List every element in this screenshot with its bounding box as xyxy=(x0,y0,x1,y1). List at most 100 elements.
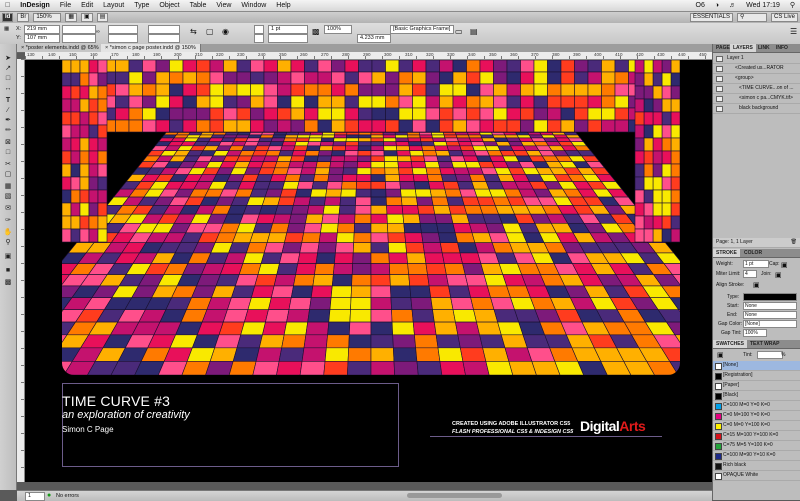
drop-shadow-icon[interactable]: ▩ xyxy=(312,27,320,36)
menu-window[interactable]: Window xyxy=(236,0,271,11)
menu-file[interactable]: File xyxy=(55,0,76,11)
gap-color-select[interactable]: [None] xyxy=(743,320,797,328)
menu-layout[interactable]: Layout xyxy=(98,0,129,11)
menu-help[interactable]: Help xyxy=(271,0,295,11)
end-select[interactable]: None xyxy=(743,311,797,319)
credit-line-1[interactable]: CREATED USING ADOBE ILLUSTRATOR CS5 xyxy=(452,421,570,427)
time-curve-artwork[interactable] xyxy=(62,60,680,375)
document-canvas[interactable]: TIME CURVE #3 an exploration of creativi… xyxy=(25,60,712,482)
swatch-row[interactable]: [Registration] xyxy=(713,371,800,381)
wifi-icon[interactable]: ◑ xyxy=(710,0,724,11)
free-transform-tool-icon[interactable]: ▢ xyxy=(3,170,13,179)
swatch-row[interactable]: Rich black xyxy=(713,461,800,471)
join-miter-icon[interactable]: ▣ xyxy=(775,271,782,279)
layer-row[interactable]: Layer 1 xyxy=(713,54,800,64)
panel-menu-icon[interactable]: ☰ xyxy=(790,27,797,36)
status-badge[interactable]: O6 xyxy=(691,0,710,11)
opacity-field[interactable]: 100% xyxy=(324,25,352,34)
zoom-tool-icon[interactable]: ⚲ xyxy=(3,238,13,247)
layer-row[interactable]: <group> xyxy=(713,74,800,84)
volume-icon[interactable]: ♬ xyxy=(724,0,741,11)
visibility-icon[interactable] xyxy=(716,66,723,72)
clock[interactable]: Wed 17:19 xyxy=(741,0,785,11)
swatch-row[interactable]: C=0 M=100 Y=0 K=0 xyxy=(713,411,800,421)
swatch-row[interactable]: C=15 M=100 Y=100 K=0 xyxy=(713,431,800,441)
credit-line-2[interactable]: FLASH PROFESSIONAL CS5 & INDESIGN CS5 xyxy=(452,429,573,435)
tab-info[interactable]: INFO xyxy=(773,44,791,52)
pen-tool-icon[interactable]: ✒ xyxy=(3,116,13,125)
fill-stroke-swap-icon[interactable]: ▣ xyxy=(717,351,724,359)
scale-x-field[interactable] xyxy=(108,25,138,34)
pencil-tool-icon[interactable]: ✏ xyxy=(3,126,13,135)
screen-mode-button[interactable]: ▣ xyxy=(81,13,93,22)
eyedropper-tool-icon[interactable]: ✑ xyxy=(3,216,13,225)
apple-icon[interactable]:  xyxy=(0,0,15,11)
swatch-row[interactable]: [None] xyxy=(713,361,800,371)
type-tool-icon[interactable]: T xyxy=(3,96,13,105)
note-tool-icon[interactable]: ✉ xyxy=(3,204,13,213)
width-field[interactable] xyxy=(62,25,96,34)
tab-layers[interactable]: LAYERS xyxy=(730,44,756,52)
rectangle-tool-icon[interactable]: □ xyxy=(3,148,13,157)
poster-title[interactable]: TIME CURVE #3 xyxy=(62,393,170,409)
visibility-icon[interactable] xyxy=(716,96,723,102)
start-select[interactable]: None xyxy=(743,302,797,310)
page-tool-icon[interactable]: □ xyxy=(3,74,13,83)
constrain-proportions-icon[interactable]: ∞ xyxy=(96,29,100,35)
flip-horizontal-icon[interactable]: ⇆ xyxy=(190,27,197,36)
visibility-icon[interactable] xyxy=(716,86,723,92)
tab-color[interactable]: COLOR xyxy=(741,249,765,257)
rectangle-frame-tool-icon[interactable]: ⊠ xyxy=(3,138,13,147)
view-options-button[interactable]: ▦ xyxy=(65,13,78,22)
visibility-icon[interactable] xyxy=(716,76,723,82)
cap-butt-icon[interactable]: ▣ xyxy=(781,261,788,269)
direct-selection-tool-icon[interactable]: ↗ xyxy=(3,64,13,73)
apply-color-icon[interactable]: ■ xyxy=(3,266,13,275)
swatch-row[interactable]: [Paper] xyxy=(713,381,800,391)
poster-subtitle[interactable]: an exploration of creativity xyxy=(62,409,190,421)
visibility-icon[interactable] xyxy=(716,56,723,62)
layer-row[interactable]: <Created us...RATOR xyxy=(713,64,800,74)
spotlight-icon[interactable]: ⚲ xyxy=(785,0,800,11)
menu-view[interactable]: View xyxy=(211,0,236,11)
gap-tint-input[interactable]: 100% xyxy=(743,329,767,337)
horizontal-scrollbar[interactable] xyxy=(407,493,502,498)
fill-swatch[interactable] xyxy=(254,25,264,34)
digital-arts-logo[interactable]: DigitalArts xyxy=(580,418,646,434)
swatch-row[interactable]: C=75 M=5 Y=100 K=0 xyxy=(713,441,800,451)
layer-row[interactable]: <TIME CURVE...on of ... xyxy=(713,84,800,94)
stroke-weight-input[interactable]: 1 pt xyxy=(743,260,769,268)
trash-icon[interactable]: 🗑 xyxy=(791,238,797,247)
poster-author[interactable]: Simon C Page xyxy=(62,425,114,434)
gradient-feather-tool-icon[interactable]: ▧ xyxy=(3,192,13,201)
search-field[interactable]: ⚲ xyxy=(736,13,767,22)
auto-fit-icon[interactable]: ▭ xyxy=(455,27,463,36)
bridge-button[interactable]: Br xyxy=(17,13,30,22)
tab-stroke[interactable]: STROKE xyxy=(713,249,740,257)
align-icon[interactable]: ▤ xyxy=(470,27,478,36)
tab-swatches[interactable]: SWATCHES xyxy=(713,340,747,348)
swatch-row[interactable]: [Black] xyxy=(713,391,800,401)
selection-tool-icon[interactable]: ➤ xyxy=(3,54,13,63)
tab-link[interactable]: LINK xyxy=(755,44,773,52)
scissors-tool-icon[interactable]: ✂ xyxy=(3,160,13,169)
align-stroke-center-icon[interactable]: ▣ xyxy=(753,281,760,289)
tint-input[interactable] xyxy=(757,351,783,359)
menu-edit[interactable]: Edit xyxy=(76,0,98,11)
cs-live-button[interactable]: CS Live xyxy=(770,13,798,22)
line-tool-icon[interactable]: ∕ xyxy=(3,106,13,115)
reference-point-icon[interactable]: ▦ xyxy=(4,26,9,32)
wrap-offset-field[interactable]: 4.233 mm xyxy=(357,34,391,43)
tab-text-wrap[interactable]: TEXT WRAP xyxy=(747,340,782,348)
rotate-field[interactable] xyxy=(148,25,180,34)
hand-tool-icon[interactable]: ✋ xyxy=(3,228,13,237)
swatch-row[interactable]: C=100 M=90 Y=10 K=0 xyxy=(713,451,800,461)
visibility-icon[interactable] xyxy=(716,106,723,112)
height-field[interactable] xyxy=(62,34,96,43)
stroke-type-select[interactable] xyxy=(268,34,308,43)
swatch-row[interactable]: C=0 M=0 Y=100 K=0 xyxy=(713,421,800,431)
tab-poster-elements[interactable]: × *poster elements.indd @ 65% xyxy=(17,44,104,52)
gap-tool-icon[interactable]: ↔ xyxy=(3,84,13,93)
scale-y-field[interactable] xyxy=(108,34,138,43)
select-content-icon[interactable]: ◉ xyxy=(222,27,229,36)
